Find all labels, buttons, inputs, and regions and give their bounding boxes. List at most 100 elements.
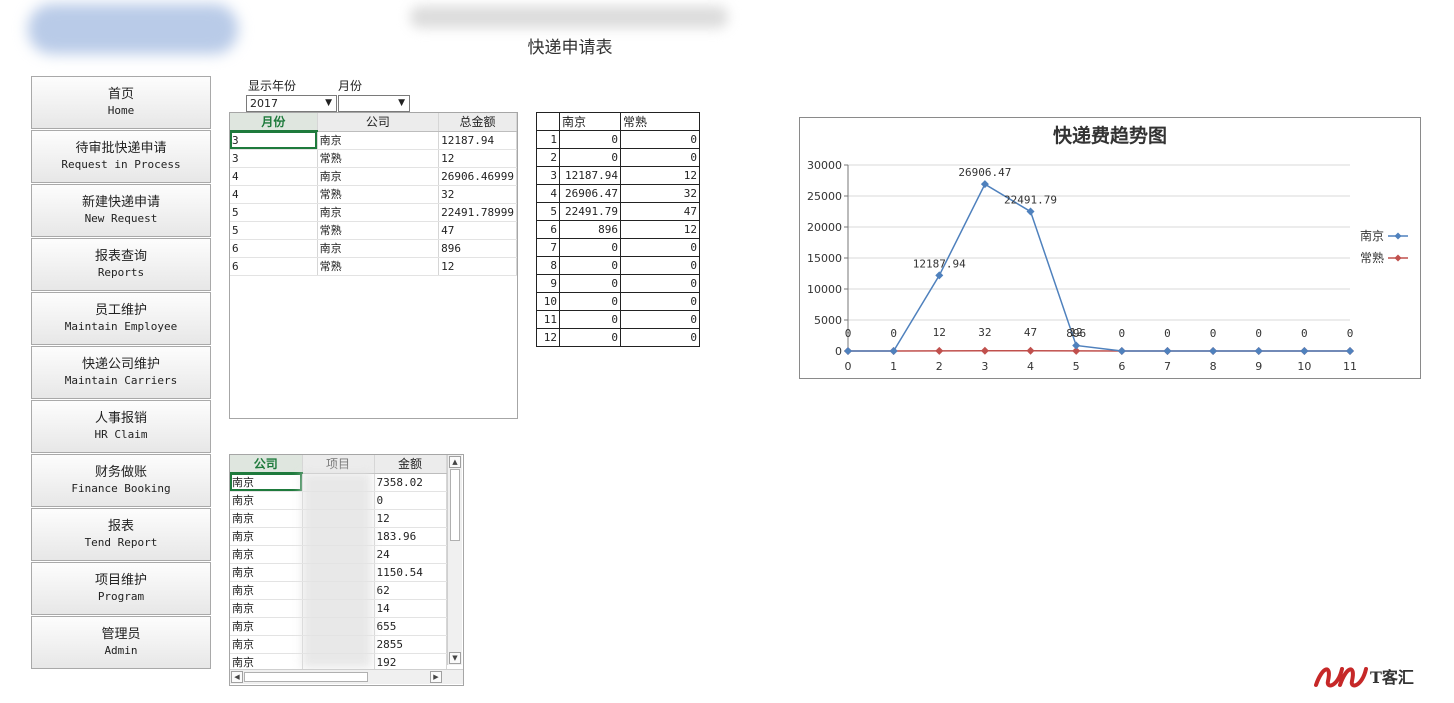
cell-company[interactable]: 常熟 — [317, 185, 440, 204]
cell-amount[interactable]: 14 — [374, 599, 447, 618]
x-tick-label: 4 — [1027, 360, 1034, 373]
cell-company[interactable]: 南京 — [317, 131, 440, 150]
data-point — [1026, 346, 1035, 355]
pivot-changshu: 47 — [620, 202, 700, 221]
data-label: 32 — [978, 326, 991, 339]
cell-amount[interactable]: 1150.54 — [374, 563, 447, 582]
cell-company[interactable]: 常熟 — [317, 149, 440, 168]
scroll-down-icon[interactable]: ▼ — [449, 652, 461, 664]
cell-total[interactable]: 12187.94 — [438, 131, 517, 150]
legend-marker — [1394, 254, 1402, 262]
cell-company[interactable]: 南京 — [230, 635, 303, 654]
cell-amount[interactable]: 183.96 — [374, 527, 447, 546]
cell-company[interactable]: 南京 — [230, 491, 303, 510]
cell-amount[interactable]: 62 — [374, 581, 447, 600]
cell-month[interactable]: 3 — [230, 149, 318, 168]
nav-tend-report-button[interactable]: 报表 Tend Report — [31, 508, 211, 561]
cell-company[interactable]: 南京 — [230, 545, 303, 564]
data-point — [980, 346, 989, 355]
cell-month[interactable]: 3 — [230, 131, 318, 150]
table-row[interactable]: 5 南京 22491.78999 — [230, 203, 517, 222]
cell-amount[interactable]: 2855 — [374, 635, 447, 654]
cell-month[interactable]: 6 — [230, 257, 318, 276]
nav-admin-button[interactable]: 管理员 Admin — [31, 616, 211, 669]
nav-program-button[interactable]: 项目维护 Program — [31, 562, 211, 615]
cell-company[interactable]: 南京 — [230, 473, 303, 492]
nav-label-cn: 新建快递申请 — [81, 195, 160, 210]
column-header-total[interactable]: 总金额 — [438, 113, 517, 132]
nav-hr-claim-button[interactable]: 人事报销 HR Claim — [31, 400, 211, 453]
table-row[interactable]: 6 南京 896 — [230, 239, 517, 258]
cell-total[interactable]: 47 — [438, 221, 517, 240]
dropdown-arrow-icon: ▼ — [398, 98, 405, 108]
detail-horizontal-scrollbar[interactable]: ◀ ▶ — [230, 669, 463, 684]
scrollbar-thumb[interactable] — [450, 469, 460, 541]
scroll-left-icon[interactable]: ◀ — [231, 671, 243, 683]
table-row[interactable]: 4 常熟 32 — [230, 185, 517, 204]
column-header-amount[interactable]: 金额 — [374, 455, 447, 474]
scroll-right-icon[interactable]: ▶ — [430, 671, 442, 683]
year-select[interactable]: 2017 ▼ — [246, 95, 337, 112]
cell-month[interactable]: 4 — [230, 167, 318, 186]
table-row[interactable]: 3 南京 12187.94 — [230, 131, 517, 150]
cell-month[interactable]: 5 — [230, 221, 318, 240]
cell-amount[interactable]: 655 — [374, 617, 447, 636]
cell-company[interactable]: 南京 — [230, 617, 303, 636]
chart-svg: 快递费趋势图 050001000015000200002500030000 01… — [807, 124, 1408, 373]
table-row[interactable]: 3 常熟 12 — [230, 149, 517, 168]
nav-reports-button[interactable]: 报表查询 Reports — [31, 238, 211, 291]
cell-company[interactable]: 南京 — [317, 203, 440, 222]
cell-company[interactable]: 南京 — [317, 239, 440, 258]
pivot-row: 4 26906.47 32 — [536, 184, 700, 203]
nav-label-en: Request in Process — [61, 158, 181, 171]
nav-new-request-button[interactable]: 新建快递申请 New Request — [31, 184, 211, 237]
nav-request-in-process-button[interactable]: 待审批快递申请 Request in Process — [31, 130, 211, 183]
cell-total[interactable]: 12 — [438, 149, 517, 168]
scroll-up-icon[interactable]: ▲ — [449, 456, 461, 468]
cell-amount[interactable]: 12 — [374, 509, 447, 528]
cell-company[interactable]: 南京 — [230, 563, 303, 582]
cell-company[interactable]: 南京 — [230, 599, 303, 618]
table-row[interactable]: 6 常熟 12 — [230, 257, 517, 276]
y-tick-label: 10000 — [807, 283, 842, 296]
nav-finance-booking-button[interactable]: 财务做账 Finance Booking — [31, 454, 211, 507]
cell-company[interactable]: 南京 — [317, 167, 440, 186]
data-point — [1117, 347, 1126, 355]
cell-company[interactable]: 南京 — [230, 581, 303, 600]
data-label: 0 — [1210, 327, 1217, 340]
cell-month[interactable]: 4 — [230, 185, 318, 204]
scrollbar-thumb[interactable] — [244, 672, 368, 682]
cell-total[interactable]: 12 — [438, 257, 517, 276]
cell-company[interactable]: 常熟 — [317, 221, 440, 240]
cell-total[interactable]: 26906.46999 — [438, 167, 517, 186]
cell-month[interactable]: 6 — [230, 239, 318, 258]
pivot-month: 12 — [536, 328, 560, 347]
cell-company[interactable]: 常熟 — [317, 257, 440, 276]
cell-total[interactable]: 22491.78999 — [438, 203, 517, 222]
column-header-month[interactable]: 月份 — [230, 113, 318, 132]
column-header-company[interactable]: 公司 — [317, 113, 440, 132]
pivot-changshu: 0 — [620, 148, 700, 167]
cell-company[interactable]: 南京 — [230, 527, 303, 546]
table-row[interactable]: 4 南京 26906.46999 — [230, 167, 517, 186]
nav-label-en: Reports — [97, 266, 145, 279]
cell-total[interactable]: 32 — [438, 185, 517, 204]
cell-company[interactable]: 南京 — [230, 509, 303, 528]
table-row[interactable]: 5 常熟 47 — [230, 221, 517, 240]
summary-grid[interactable]: 月份 公司 总金额 3 南京 12187.94 3 常熟 12 4 南京 26906.469… — [229, 112, 518, 419]
cell-amount[interactable]: 7358.02 — [374, 473, 447, 492]
cell-month[interactable]: 5 — [230, 203, 318, 222]
column-header-company[interactable]: 公司 — [230, 455, 303, 474]
detail-vertical-scrollbar[interactable]: ▲ ▼ — [447, 455, 462, 665]
nav-maintain-employee-button[interactable]: 员工维护 Maintain Employee — [31, 292, 211, 345]
month-select[interactable]: ▼ — [338, 95, 410, 112]
nav-home-button[interactable]: 首页 Home — [31, 76, 211, 129]
data-label: 0 — [1347, 327, 1354, 340]
nav-maintain-carriers-button[interactable]: 快递公司维护 Maintain Carriers — [31, 346, 211, 399]
cell-amount[interactable]: 24 — [374, 545, 447, 564]
column-header-project[interactable]: 项目 — [302, 455, 375, 474]
data-label: 0 — [1255, 327, 1262, 340]
pivot-changshu: 0 — [620, 292, 700, 311]
cell-total[interactable]: 896 — [438, 239, 517, 258]
cell-amount[interactable]: 0 — [374, 491, 447, 510]
